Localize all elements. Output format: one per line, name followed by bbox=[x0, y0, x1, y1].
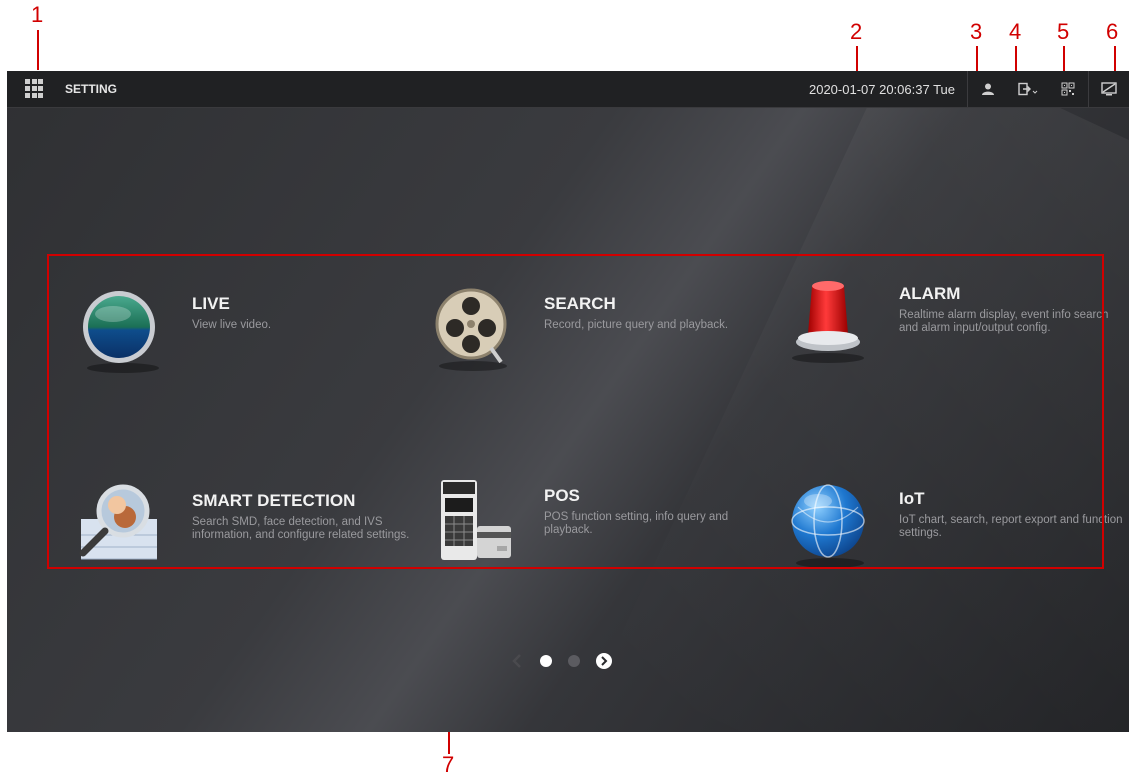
callout-1: 1 bbox=[31, 2, 44, 27]
globe-icon bbox=[784, 477, 876, 569]
tile-iot[interactable]: IoT IoT chart, search, report export and… bbox=[784, 477, 1129, 577]
tile-alarm-title: ALARM bbox=[899, 284, 961, 303]
live-icon bbox=[77, 282, 169, 374]
tile-search-title: SEARCH bbox=[544, 294, 616, 313]
tile-search[interactable]: SEARCH Record, picture query and playbac… bbox=[429, 282, 779, 382]
page-dot-2[interactable] bbox=[568, 655, 580, 667]
display-icon[interactable] bbox=[1089, 71, 1129, 107]
tile-live[interactable]: LIVE View live video. bbox=[77, 282, 427, 382]
prev-page-icon[interactable] bbox=[512, 654, 524, 668]
next-page-icon[interactable] bbox=[596, 653, 612, 669]
callout-7: 7 bbox=[442, 752, 455, 777]
smart-detection-icon bbox=[77, 479, 169, 571]
callout-5: 5 bbox=[1057, 19, 1070, 44]
callout-line-1 bbox=[37, 30, 39, 70]
tile-smart-detection[interactable]: SMART DETECTION Search SMD, face detecti… bbox=[77, 479, 427, 579]
callout-3: 3 bbox=[970, 19, 983, 44]
user-icon[interactable] bbox=[968, 71, 1008, 107]
alarm-light-icon bbox=[784, 272, 876, 364]
logout-icon[interactable] bbox=[1008, 71, 1048, 107]
tile-search-desc: Record, picture query and playback. bbox=[544, 319, 729, 331]
tile-alarm-desc: Realtime alarm display, event info searc… bbox=[899, 309, 1109, 334]
page-title: SETTING bbox=[65, 82, 118, 96]
grid-menu-icon[interactable] bbox=[25, 79, 45, 99]
pos-terminal-icon bbox=[429, 474, 521, 566]
callout-2: 2 bbox=[850, 19, 863, 44]
tile-pos-desc: POS function setting, info query and pla… bbox=[544, 511, 729, 536]
tile-live-desc: View live video. bbox=[192, 319, 272, 331]
tile-smart-detection-title: SMART DETECTION bbox=[192, 491, 356, 510]
qr-code-icon[interactable] bbox=[1048, 71, 1088, 107]
callout-4: 4 bbox=[1009, 19, 1022, 44]
tile-iot-title: IoT bbox=[899, 489, 925, 508]
search-reel-icon bbox=[429, 282, 521, 374]
tile-iot-desc: IoT chart, search, report export and fun… bbox=[899, 514, 1123, 539]
function-tiles: LIVE View live video. SEARCH Record, pic… bbox=[49, 254, 1123, 568]
tile-alarm[interactable]: ALARM Realtime alarm display, event info… bbox=[784, 272, 1129, 372]
page-indicator bbox=[512, 649, 612, 673]
top-bar: SETTING 2020-01-07 20:06:37 Tue bbox=[7, 71, 1129, 108]
callout-6: 6 bbox=[1106, 19, 1119, 44]
setting-screen: SETTING 2020-01-07 20:06:37 Tue LIVE Vie… bbox=[7, 71, 1129, 732]
system-datetime: 2020-01-07 20:06:37 Tue bbox=[808, 81, 955, 97]
tile-live-title: LIVE bbox=[192, 294, 230, 313]
page-dot-1[interactable] bbox=[540, 655, 552, 667]
tile-smart-detection-desc: Search SMD, face detection, and IVS info… bbox=[192, 516, 410, 541]
tile-pos[interactable]: POS POS function setting, info query and… bbox=[429, 474, 779, 574]
tile-pos-title: POS bbox=[544, 486, 580, 505]
